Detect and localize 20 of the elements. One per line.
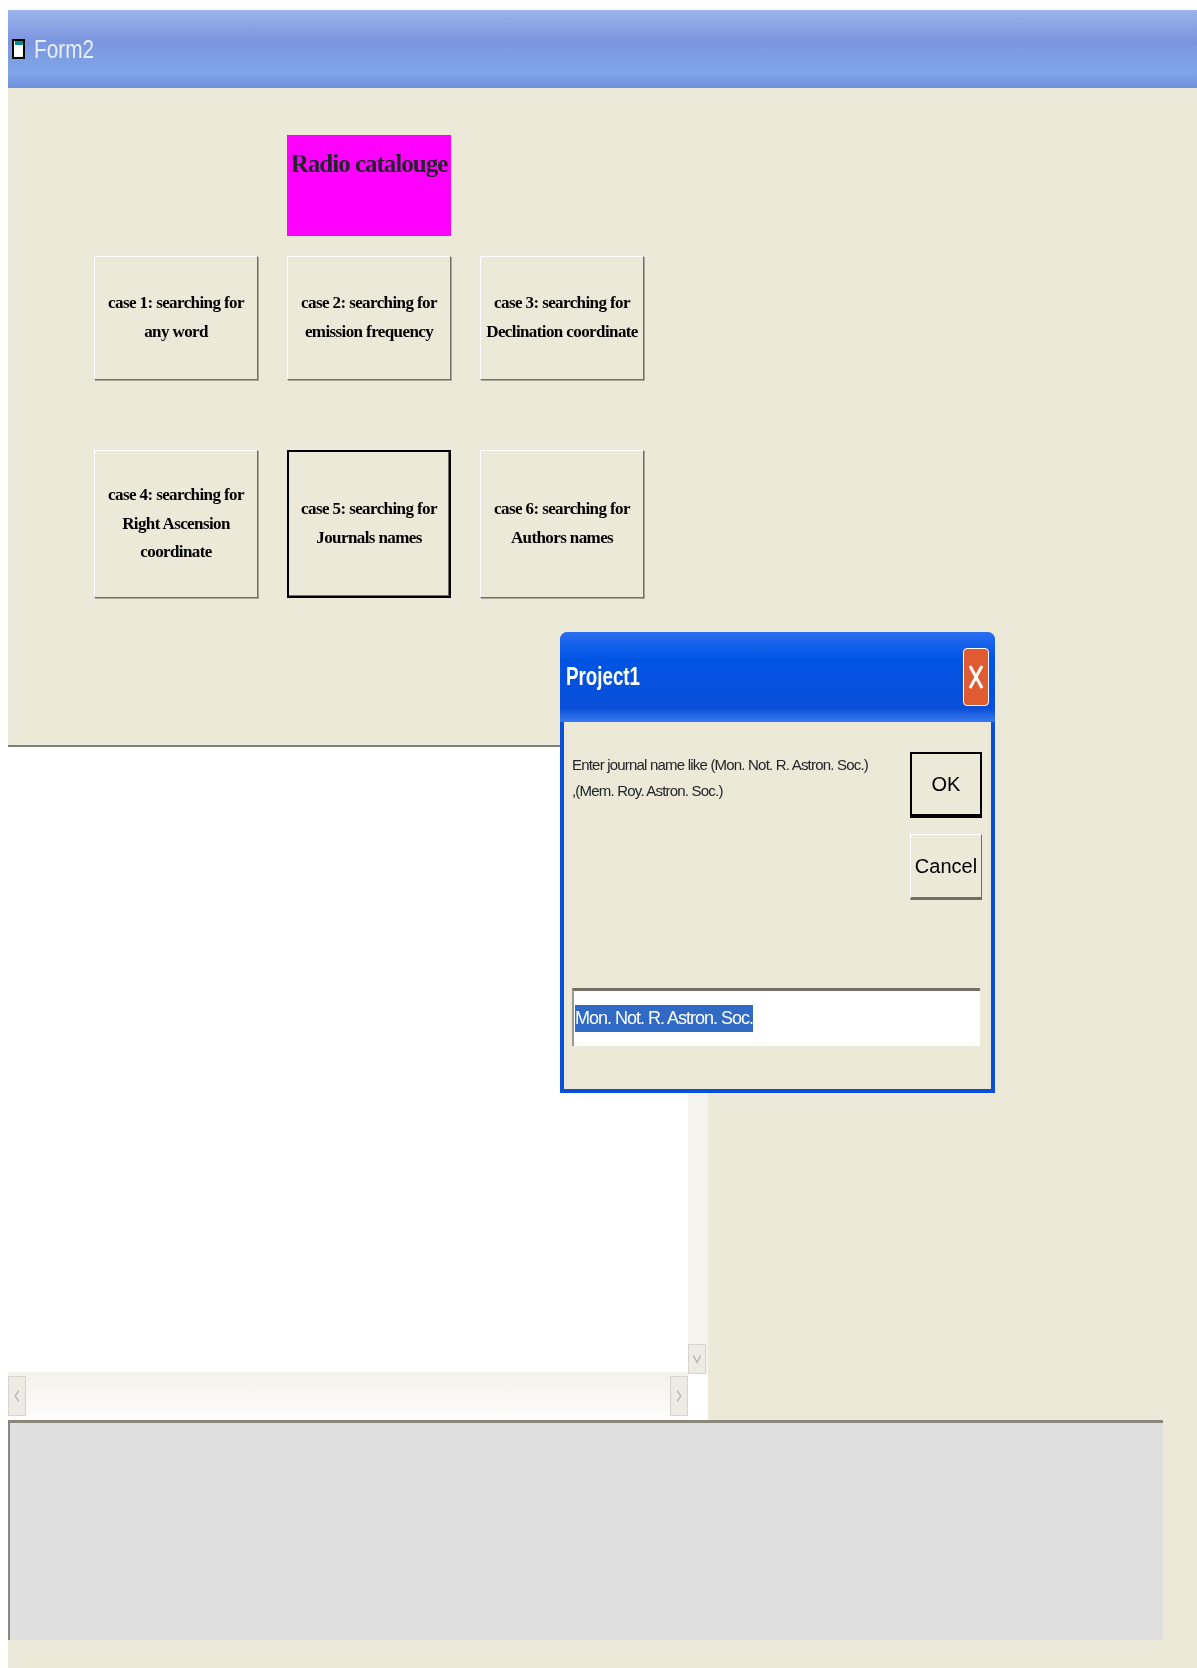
- scroll-right-icon[interactable]: [670, 1376, 688, 1416]
- case-button[interactable]: case 1: searching for any word: [94, 256, 258, 380]
- horizontal-scrollbar[interactable]: [8, 1372, 688, 1420]
- close-button[interactable]: [963, 648, 989, 706]
- scroll-down-icon[interactable]: [688, 1344, 706, 1374]
- case-button[interactable]: case 2: searching for emission frequency: [287, 256, 451, 380]
- dialog-message: Enter journal name like (Mon. Not. R. Astron. Soc.) ,(Mem. Roy. Astron. Soc.): [572, 755, 869, 801]
- case-button[interactable]: case 5: searching for Journals names: [287, 450, 451, 598]
- dialog-title: Project1: [566, 661, 640, 693]
- journal-input-field[interactable]: Mon. Not. R. Astron. Soc.: [572, 988, 980, 1046]
- case-button[interactable]: case 6: searching for Authors names: [480, 450, 644, 598]
- ok-button[interactable]: OK: [910, 752, 982, 818]
- window-title: Form2: [34, 32, 95, 66]
- cancel-button[interactable]: Cancel: [910, 834, 982, 900]
- catalogue-title: Radio catalouge: [287, 135, 451, 236]
- close-icon: [968, 664, 984, 690]
- scroll-left-icon[interactable]: [8, 1376, 26, 1416]
- app-icon: [12, 38, 26, 60]
- case-button[interactable]: case 4: searching for Right Ascension coordinate: [94, 450, 258, 598]
- case-button[interactable]: case 3: searching for Declination coordinate: [480, 256, 644, 380]
